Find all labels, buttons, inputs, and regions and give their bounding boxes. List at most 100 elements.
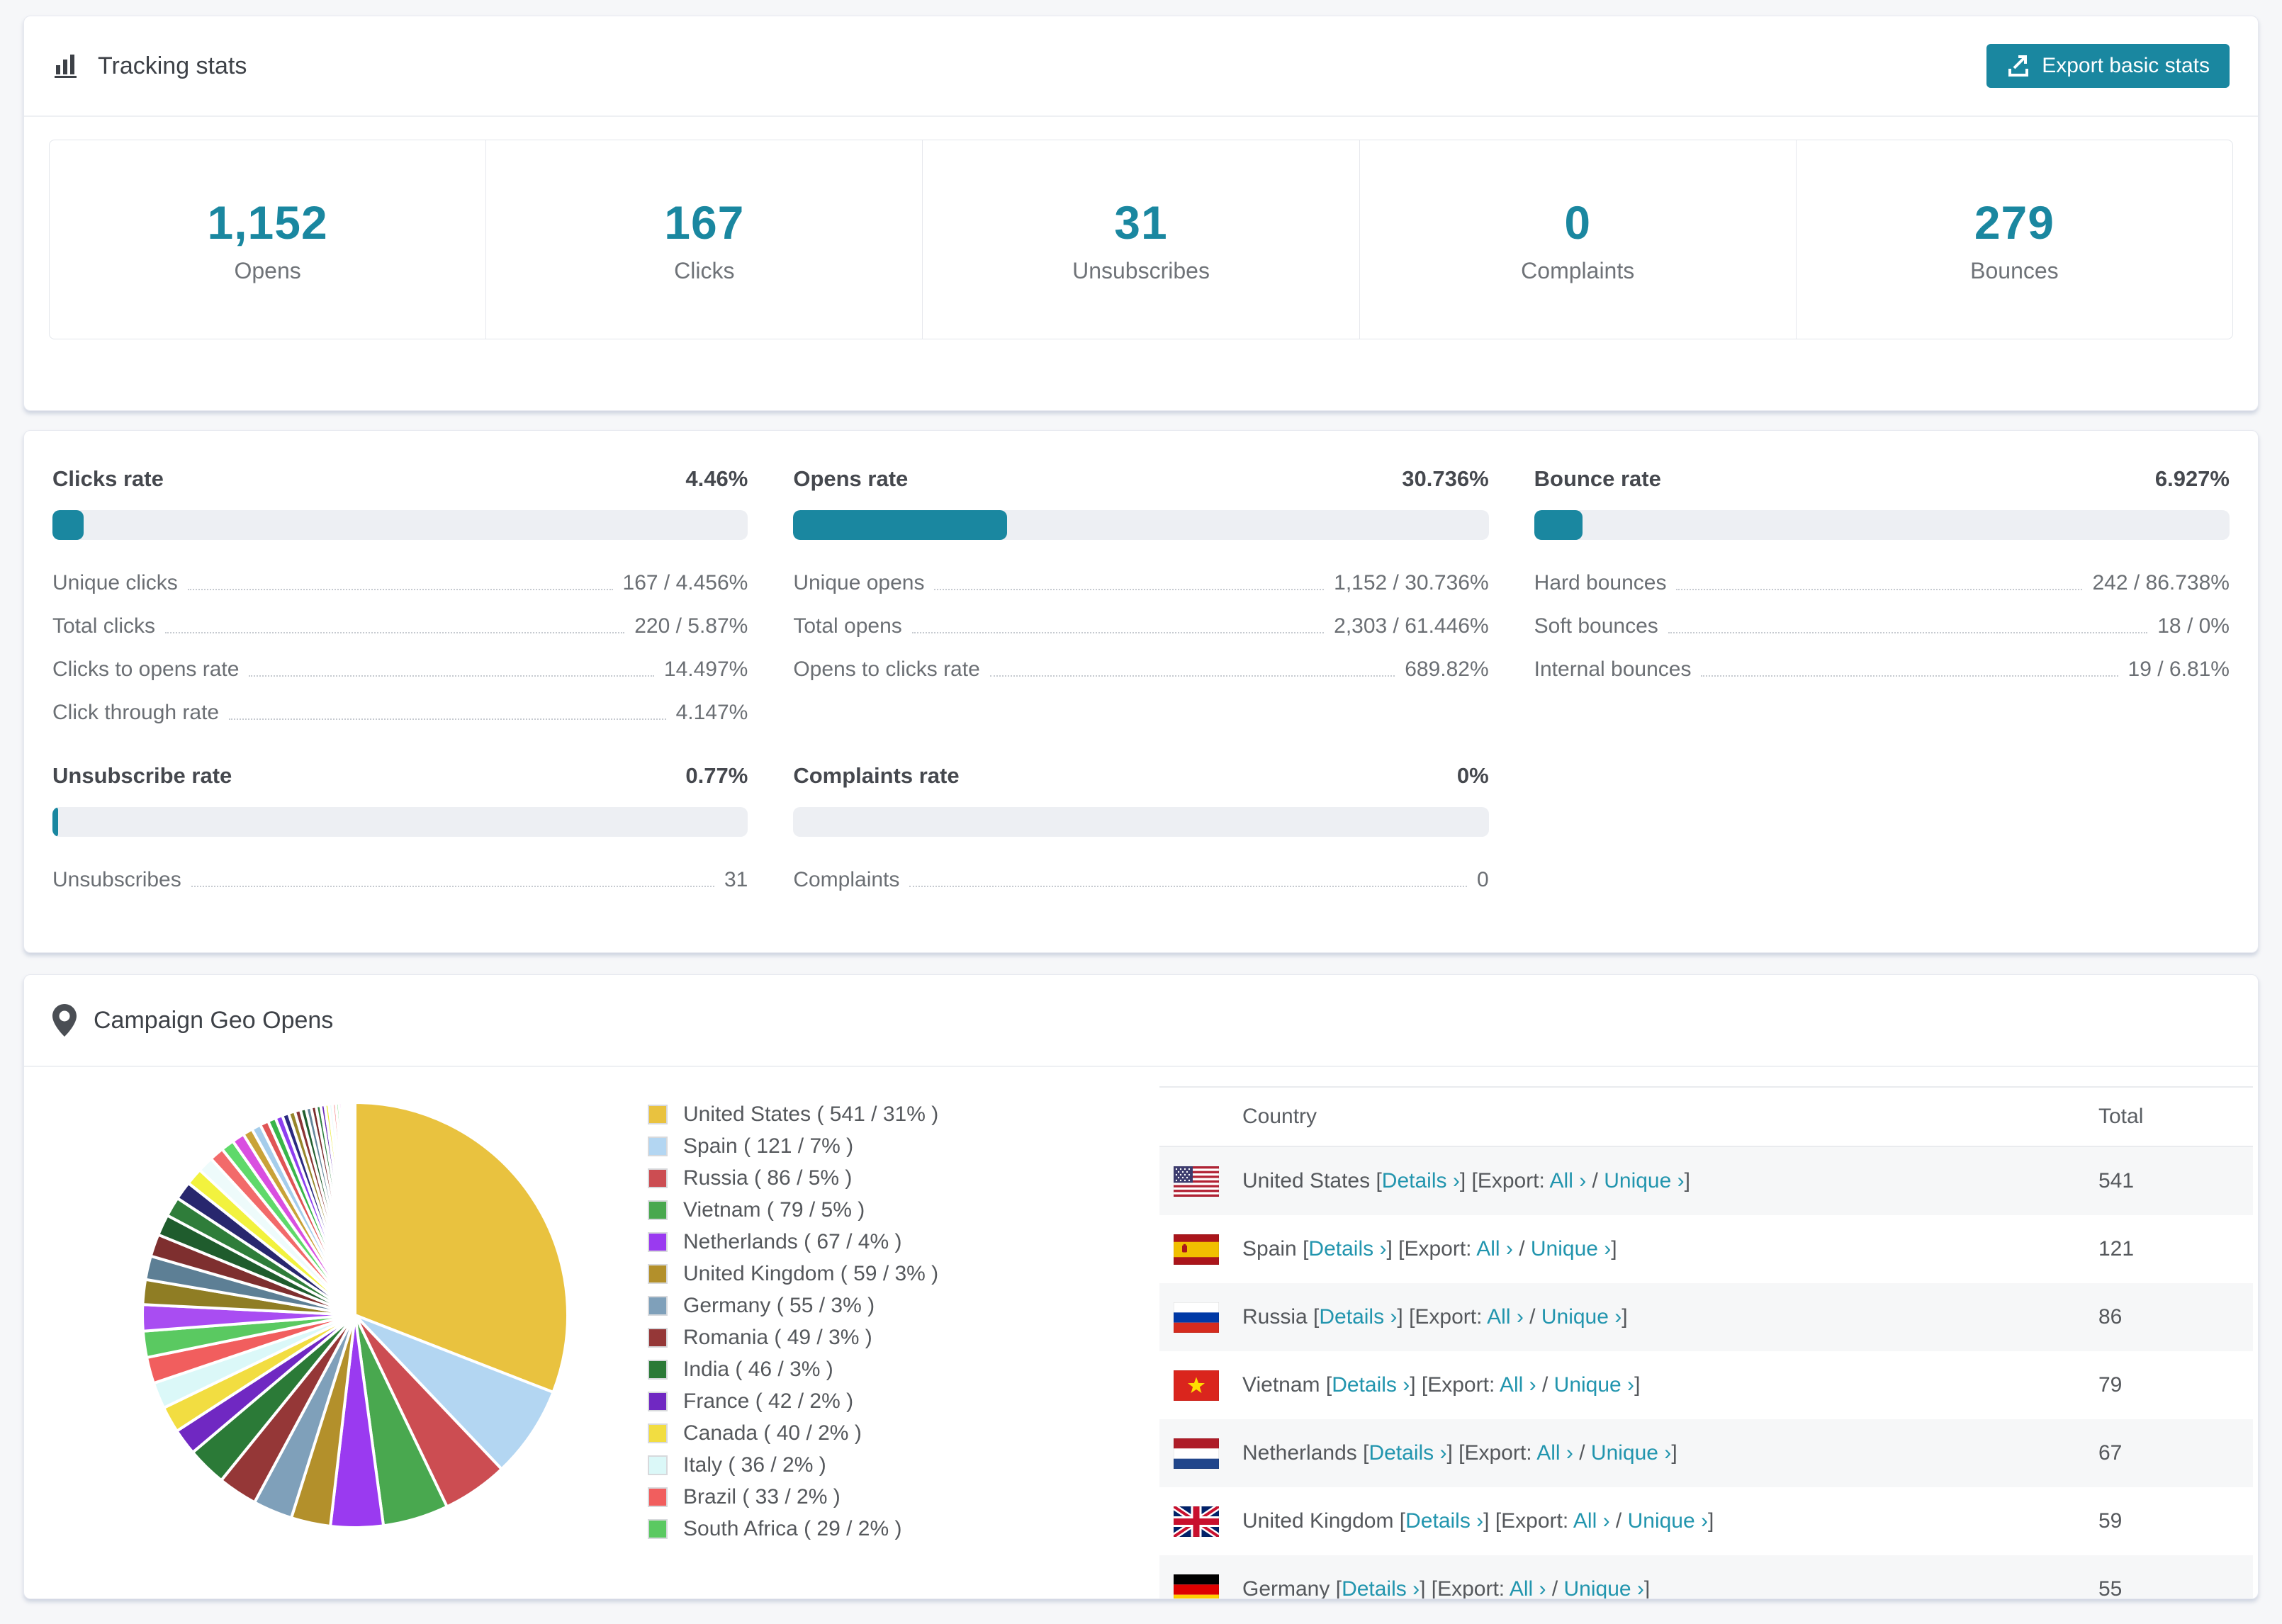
rate-value: 30.736% bbox=[1402, 466, 1489, 491]
rate-progress-fill bbox=[793, 510, 1007, 540]
link-separator-text: / bbox=[1536, 1373, 1554, 1397]
tracking-stats-header: Tracking stats Export basic stats bbox=[24, 16, 2258, 117]
rate-detail-row: Opens to clicks rate 689.82% bbox=[793, 658, 1488, 682]
rate-progress-track bbox=[793, 510, 1489, 540]
rate-block: Complaints rate 0% Complaints 0 bbox=[793, 763, 1489, 892]
country-flag-icon bbox=[1174, 1234, 1219, 1265]
rate-head: Clicks rate 4.46% bbox=[52, 466, 748, 492]
geo-table-row: Netherlands [Details ›] [Export: All › /… bbox=[1159, 1419, 2253, 1487]
bar-chart-icon bbox=[52, 52, 81, 80]
legend-label: Canada ( 40 / 2% ) bbox=[683, 1421, 862, 1445]
export-unique-link[interactable]: Unique › bbox=[1531, 1237, 1611, 1261]
export-unique-link[interactable]: Unique › bbox=[1591, 1441, 1671, 1465]
dotted-leader bbox=[187, 589, 613, 590]
legend-item: Spain ( 121 / 7% ) bbox=[648, 1134, 938, 1158]
rate-detail-row: Soft bounces 18 / 0% bbox=[1534, 614, 2230, 638]
link-separator-text: [ bbox=[1335, 1577, 1342, 1599]
rate-detail-label: Click through rate bbox=[52, 701, 220, 724]
legend-color-swatch bbox=[648, 1264, 668, 1284]
stat-value: 1,152 bbox=[207, 196, 328, 249]
rate-detail-row: Unique clicks 167 / 4.456% bbox=[52, 571, 748, 595]
rate-detail-value: 18 / 0% bbox=[2157, 614, 2230, 638]
export-all-link[interactable]: All › bbox=[1510, 1577, 1546, 1598]
legend-label: Romania ( 49 / 3% ) bbox=[683, 1326, 872, 1349]
legend-color-swatch bbox=[648, 1519, 668, 1539]
details-link[interactable]: Details › bbox=[1308, 1237, 1386, 1261]
legend-item: Netherlands ( 67 / 4% ) bbox=[648, 1230, 938, 1254]
legend-label: Italy ( 36 / 2% ) bbox=[683, 1453, 826, 1477]
rate-detail-row: Click through rate 4.147% bbox=[52, 701, 748, 725]
link-separator-text: / bbox=[1512, 1237, 1531, 1261]
rate-detail-label: Unsubscribes bbox=[52, 868, 181, 891]
geo-table-row: United States [Details ›] [Export: All ›… bbox=[1159, 1147, 2253, 1215]
legend-label: Netherlands ( 67 / 4% ) bbox=[683, 1230, 902, 1253]
rate-detail-value: 19 / 6.81% bbox=[2128, 658, 2230, 681]
export-all-link[interactable]: All › bbox=[1573, 1509, 1610, 1533]
legend-label: United States ( 541 / 31% ) bbox=[683, 1103, 939, 1126]
export-basic-stats-button[interactable]: Export basic stats bbox=[1986, 44, 2230, 88]
geo-opens-title-group: Campaign Geo Opens bbox=[52, 1004, 333, 1037]
dotted-leader bbox=[934, 589, 1325, 590]
legend-color-swatch bbox=[648, 1296, 668, 1316]
legend-color-swatch bbox=[648, 1168, 668, 1188]
geo-table-row: Germany [Details ›] [Export: All › / Uni… bbox=[1159, 1555, 2253, 1599]
link-separator-text: [ bbox=[1399, 1509, 1406, 1533]
geo-opens-title: Campaign Geo Opens bbox=[94, 1006, 334, 1034]
total-cell: 55 bbox=[2098, 1577, 2123, 1599]
total-cell: 59 bbox=[2098, 1509, 2123, 1533]
stat-box: 279 Bounces bbox=[1797, 140, 2232, 339]
legend-color-swatch bbox=[648, 1455, 668, 1475]
rate-rows: Unsubscribes 31 bbox=[52, 868, 748, 892]
stat-label: Bounces bbox=[1970, 257, 2059, 283]
details-link[interactable]: Details › bbox=[1332, 1373, 1410, 1397]
country-name: Spain bbox=[1242, 1237, 1303, 1261]
export-unique-link[interactable]: Unique › bbox=[1564, 1577, 1644, 1598]
rate-rows: Hard bounces 242 / 86.738% Soft bounces … bbox=[1534, 571, 2230, 682]
legend-label: South Africa ( 29 / 2% ) bbox=[683, 1517, 902, 1540]
export-all-link[interactable]: All › bbox=[1487, 1305, 1524, 1329]
legend-color-swatch bbox=[648, 1487, 668, 1507]
legend-label: Brazil ( 33 / 2% ) bbox=[683, 1485, 841, 1509]
country-name: United States bbox=[1242, 1169, 1376, 1192]
link-separator-text: / bbox=[1546, 1577, 1564, 1599]
legend-color-swatch bbox=[648, 1328, 668, 1348]
export-unique-link[interactable]: Unique › bbox=[1628, 1509, 1708, 1533]
details-link[interactable]: Details › bbox=[1319, 1305, 1397, 1329]
rate-title: Bounce rate bbox=[1534, 466, 1661, 491]
details-link[interactable]: Details › bbox=[1368, 1441, 1446, 1465]
country-cell: Russia [Details ›] [Export: All › / Uniq… bbox=[1242, 1305, 2098, 1329]
legend-label: United Kingdom ( 59 / 3% ) bbox=[683, 1262, 939, 1285]
dotted-leader bbox=[911, 632, 1325, 633]
legend-color-swatch bbox=[648, 1232, 668, 1252]
legend-item: Brazil ( 33 / 2% ) bbox=[648, 1485, 938, 1509]
stat-label: Opens bbox=[234, 257, 301, 283]
details-link[interactable]: Details › bbox=[1405, 1509, 1483, 1533]
rate-detail-value: 4.147% bbox=[675, 701, 748, 724]
stat-value: 31 bbox=[1114, 196, 1168, 249]
rate-detail-label: Opens to clicks rate bbox=[793, 658, 980, 681]
rate-detail-value: 2,303 / 61.446% bbox=[1334, 614, 1489, 638]
legend-item: Italy ( 36 / 2% ) bbox=[648, 1453, 938, 1477]
stat-box: 31 Unsubscribes bbox=[923, 140, 1360, 339]
export-all-link[interactable]: All › bbox=[1476, 1237, 1513, 1261]
export-unique-link[interactable]: Unique › bbox=[1554, 1373, 1634, 1397]
link-separator-text: ] bbox=[1684, 1169, 1690, 1192]
pie-slice[interactable] bbox=[352, 1100, 356, 1316]
geo-opens-pie-chart[interactable] bbox=[135, 1095, 575, 1535]
legend-item: Romania ( 49 / 3% ) bbox=[648, 1326, 938, 1350]
rate-progress-track bbox=[1534, 510, 2230, 540]
export-unique-link[interactable]: Unique › bbox=[1541, 1305, 1621, 1329]
details-link[interactable]: Details › bbox=[1342, 1577, 1420, 1598]
rate-detail-value: 14.497% bbox=[663, 658, 748, 681]
rate-detail-label: Hard bounces bbox=[1534, 571, 1667, 594]
country-flag-icon bbox=[1174, 1166, 1219, 1197]
export-all-link[interactable]: All › bbox=[1536, 1441, 1573, 1465]
details-link[interactable]: Details › bbox=[1382, 1169, 1460, 1192]
rate-head: Complaints rate 0% bbox=[793, 763, 1488, 789]
legend-label: Vietnam ( 79 / 5% ) bbox=[683, 1198, 865, 1222]
export-all-link[interactable]: All › bbox=[1550, 1169, 1587, 1192]
rate-value: 0% bbox=[1456, 763, 1489, 788]
export-all-link[interactable]: All › bbox=[1500, 1373, 1536, 1397]
export-unique-link[interactable]: Unique › bbox=[1604, 1169, 1684, 1192]
legend-item: France ( 42 / 2% ) bbox=[648, 1389, 938, 1414]
